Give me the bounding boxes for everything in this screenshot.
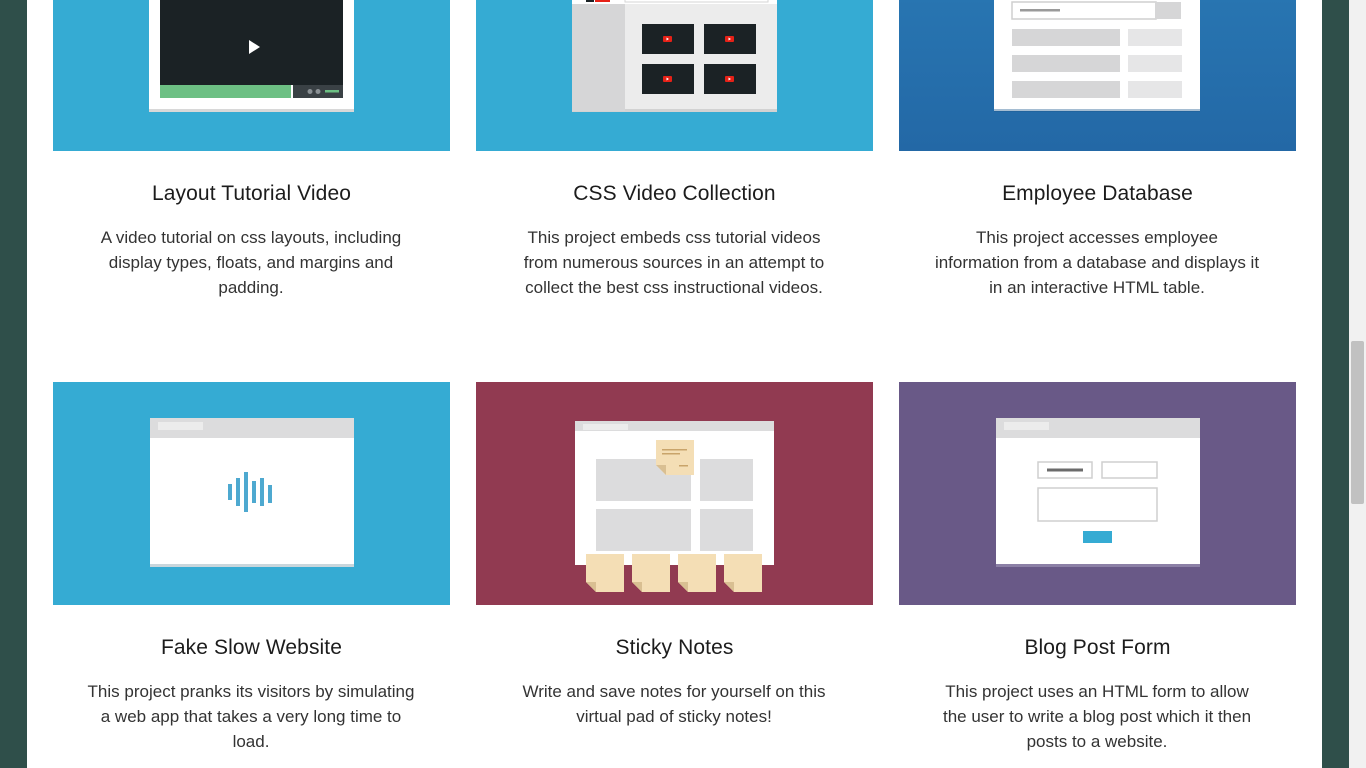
submit-button-icon xyxy=(1083,531,1112,543)
project-card-blog-post-form[interactable]: Blog Post Form This project uses an HTML… xyxy=(899,382,1296,751)
youtube-logo-icon xyxy=(595,0,610,2)
project-card-css-video-collection[interactable]: CSS Video Collection This project embeds… xyxy=(476,0,873,297)
project-description: This project pranks its visitors by simu… xyxy=(87,682,415,751)
project-title[interactable]: CSS Video Collection xyxy=(476,182,873,206)
video-grid-thumbnail[interactable] xyxy=(476,0,873,151)
project-title[interactable]: Fake Slow Website xyxy=(53,636,450,660)
project-title[interactable]: Layout Tutorial Video xyxy=(53,182,450,206)
progress-bar xyxy=(160,85,291,98)
project-title[interactable]: Sticky Notes xyxy=(476,636,873,660)
video-tile xyxy=(642,64,694,94)
table-illustration xyxy=(994,0,1200,112)
project-description: This project accesses employee informati… xyxy=(934,228,1260,297)
video-tile xyxy=(704,24,756,54)
project-card-sticky-notes[interactable]: Sticky Notes Write and save notes for yo… xyxy=(476,382,873,726)
portfolio-page: Layout Tutorial Video A video tutorial o… xyxy=(27,0,1322,768)
video-player-thumbnail[interactable] xyxy=(53,0,450,151)
project-card-employee-database[interactable]: Employee Database This project accesses … xyxy=(899,0,1296,297)
project-card-layout-tutorial-video[interactable]: Layout Tutorial Video A video tutorial o… xyxy=(53,0,450,297)
loading-illustration xyxy=(150,418,354,567)
project-card-fake-slow-website[interactable]: Fake Slow Website This project pranks it… xyxy=(53,382,450,751)
video-player-illustration xyxy=(149,0,354,112)
project-description: This project embeds css tutorial videos … xyxy=(523,228,825,297)
video-tile xyxy=(642,24,694,54)
video-grid-illustration xyxy=(572,0,777,112)
table-thumbnail[interactable] xyxy=(899,0,1296,151)
project-title[interactable]: Blog Post Form xyxy=(899,636,1296,660)
video-tile xyxy=(704,64,756,94)
sticky-note-icon xyxy=(656,440,694,475)
project-description: A video tutorial on css layouts, includi… xyxy=(100,228,402,297)
project-title[interactable]: Employee Database xyxy=(899,182,1296,206)
form-thumbnail[interactable] xyxy=(899,382,1296,605)
sticky-notes-thumbnail[interactable] xyxy=(476,382,873,605)
scrollbar-thumb[interactable] xyxy=(1351,341,1364,504)
vertical-scrollbar[interactable] xyxy=(1349,0,1366,768)
loading-thumbnail[interactable] xyxy=(53,382,450,605)
project-description: This project uses an HTML form to allow … xyxy=(942,682,1252,751)
sticky-notes-illustration xyxy=(575,421,774,592)
project-description: Write and save notes for yourself on thi… xyxy=(522,682,826,726)
form-illustration xyxy=(996,418,1200,567)
